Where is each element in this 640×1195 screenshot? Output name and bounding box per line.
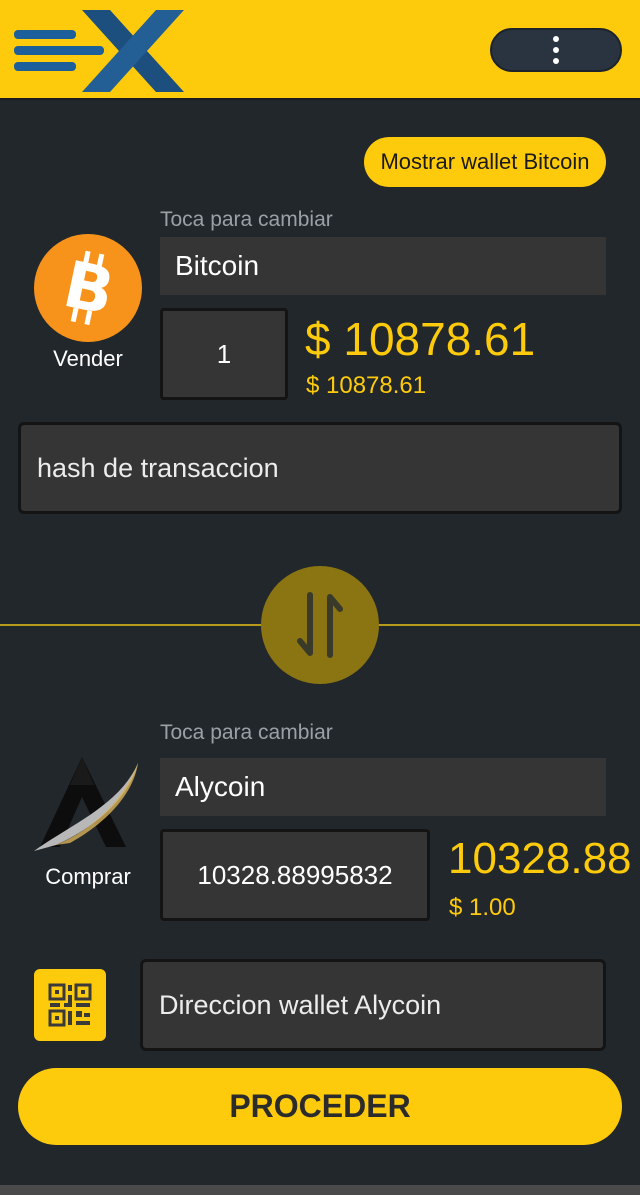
bitcoin-icon[interactable]: B — [34, 234, 142, 342]
proceed-button[interactable]: PROCEDER — [18, 1068, 622, 1145]
buy-total-price: 10328.88 — [448, 834, 632, 883]
buy-total-price-clip: 10328.88 — [448, 830, 640, 886]
transaction-hash-input[interactable]: hash de transaccion — [18, 422, 622, 514]
alycoin-logo[interactable] — [30, 755, 142, 855]
sell-caption: Vender — [53, 346, 123, 371]
swap-button[interactable] — [261, 566, 379, 684]
qr-scan-button[interactable] — [34, 969, 106, 1041]
sell-change-hint: Toca para cambiar — [160, 208, 333, 231]
buy-unit-price: $ 1.00 — [449, 894, 516, 921]
bottom-strip — [0, 1185, 640, 1195]
sell-total-price: $ 10878.61 — [305, 313, 536, 365]
sell-coin-selector[interactable]: Bitcoin — [160, 237, 606, 295]
app-header — [0, 0, 640, 100]
buy-caption: Comprar — [45, 864, 131, 889]
alycoin-wallet-input[interactable]: Direccion wallet Alycoin — [140, 959, 606, 1051]
overflow-menu-button[interactable] — [490, 28, 622, 72]
swap-vertical-icon — [297, 592, 343, 658]
sell-unit-price: $ 10878.61 — [306, 372, 427, 399]
more-vertical-icon — [553, 36, 559, 64]
buy-coin-selector[interactable]: Alycoin — [160, 758, 606, 816]
qr-code-icon — [48, 983, 92, 1027]
sell-amount-input[interactable]: 1 — [160, 308, 288, 400]
buy-change-hint: Toca para cambiar — [160, 721, 333, 744]
ex-logo — [14, 10, 184, 92]
show-wallet-button[interactable]: Mostrar wallet Bitcoin — [364, 137, 606, 187]
buy-amount-input[interactable]: 10328.88995832 — [160, 829, 430, 921]
